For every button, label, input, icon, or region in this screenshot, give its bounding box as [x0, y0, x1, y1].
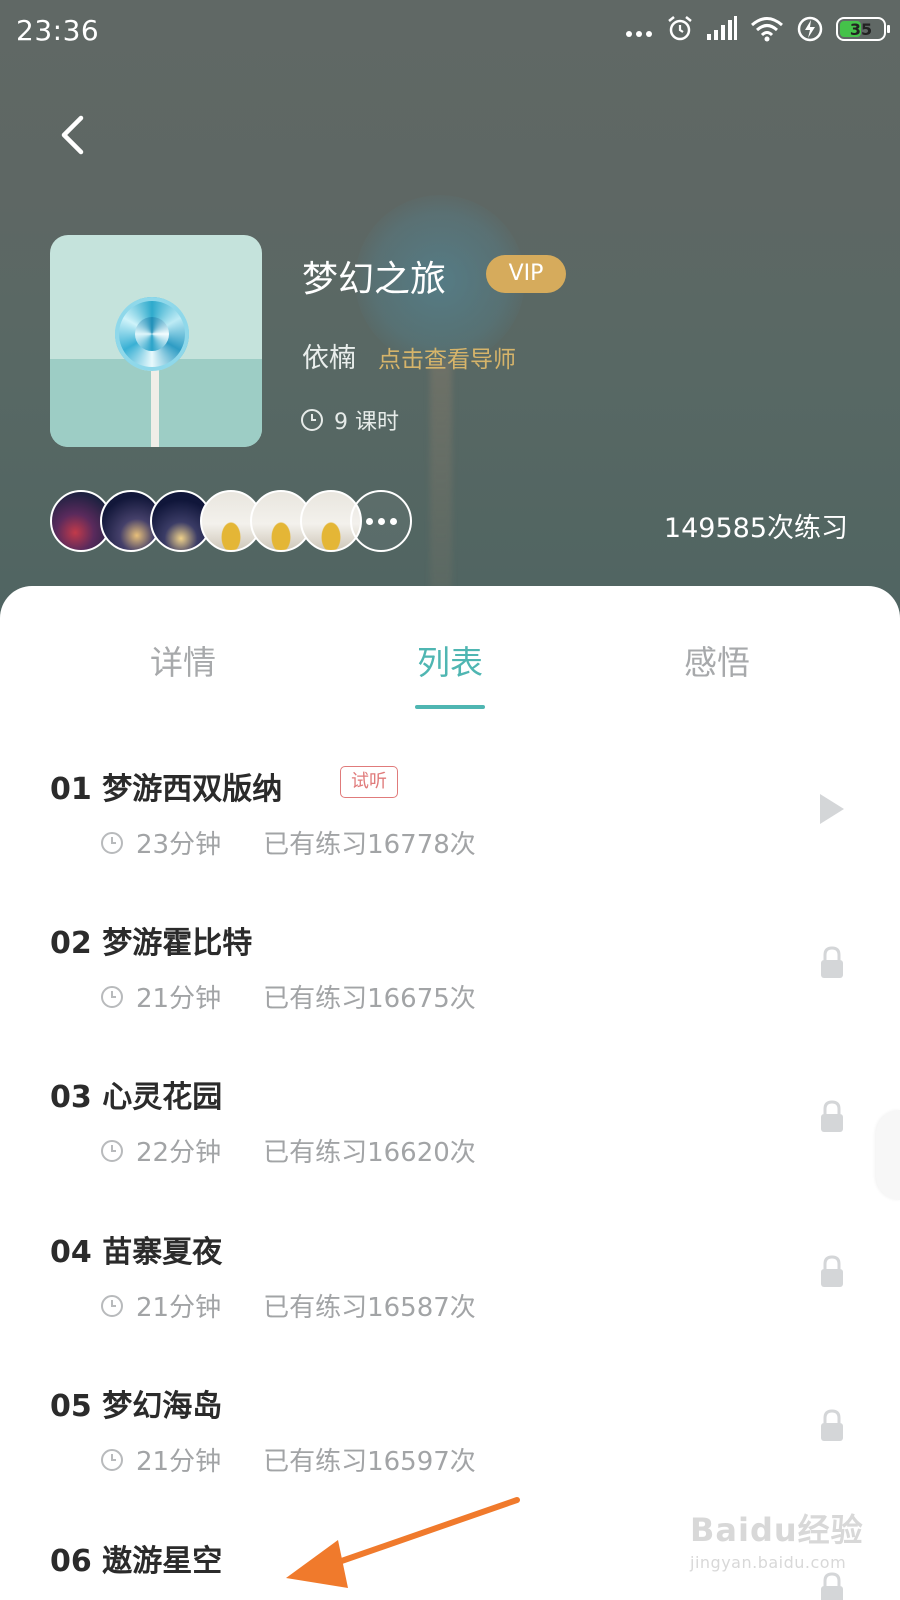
track-plays: 已有练习16778次 — [263, 830, 476, 860]
charging-icon — [797, 16, 823, 42]
track-title: 03 心灵花园 — [50, 1080, 223, 1115]
watermark-main: Baidu经验 — [690, 1511, 864, 1549]
active-tab-indicator — [415, 705, 485, 709]
track-plays: 已有练习16587次 — [263, 1293, 476, 1323]
track-duration: 23分钟 — [136, 830, 222, 860]
lock-icon — [821, 1100, 843, 1132]
play-icon[interactable] — [818, 792, 846, 826]
track-title: 05 梦幻海岛 — [50, 1389, 223, 1424]
more-dots-icon — [626, 31, 652, 37]
vip-badge: VIP — [486, 255, 566, 293]
clock-icon — [101, 831, 123, 854]
status-bar: 23:36 35 — [0, 0, 900, 62]
lock-icon — [821, 1572, 843, 1600]
track-meta: 21分钟 已有练习16675次 — [100, 978, 476, 1015]
lock-icon — [821, 1255, 843, 1287]
track-plays: 已有练习16597次 — [263, 1447, 476, 1477]
track-meta: 23分钟 已有练习16778次 — [100, 824, 476, 861]
track-row[interactable]: 03 心灵花园 22分钟 已有练习16620次 — [0, 1072, 900, 1222]
track-plays: 已有练习16675次 — [263, 984, 476, 1014]
side-scroll-handle[interactable] — [876, 1110, 900, 1200]
track-duration: 21分钟 — [136, 1447, 222, 1477]
clock-icon — [101, 1294, 123, 1317]
status-time: 23:36 — [16, 14, 100, 47]
baidu-watermark: Baidu经验 jingyan.baidu.com — [690, 1505, 864, 1572]
lesson-count-text: 9 课时 — [334, 410, 399, 435]
clock-icon — [301, 409, 323, 431]
practice-count: 149585次练习 — [663, 513, 848, 544]
chevron-left-icon — [61, 115, 84, 155]
watermark-sub: jingyan.baidu.com — [690, 1553, 847, 1572]
status-icons: 35 — [624, 14, 890, 44]
track-meta: 21分钟 已有练习16587次 — [100, 1287, 476, 1324]
battery-icon: 35 — [836, 17, 890, 41]
course-title: 梦幻之旅 — [302, 259, 447, 300]
track-title: 01 梦游西双版纳 — [50, 772, 283, 807]
view-teacher-link[interactable]: 点击查看导师 — [378, 340, 516, 374]
more-avatars-button[interactable] — [350, 490, 412, 552]
battery-level: 35 — [849, 19, 873, 39]
track-title: 06 遨游星空 — [50, 1544, 223, 1579]
course-header: 23:36 35 梦幻之旅 VIP 依楠 点击查看导师 9 课时 149585次… — [0, 0, 900, 640]
clock-icon — [101, 985, 123, 1008]
track-row[interactable]: 02 梦游霍比特 21分钟 已有练习16675次 — [0, 918, 900, 1068]
wifi-icon — [751, 17, 783, 42]
track-title: 04 苗寨夏夜 — [50, 1235, 223, 1270]
header-background-stick — [430, 360, 452, 590]
track-duration: 22分钟 — [136, 1138, 222, 1168]
alarm-icon — [668, 16, 692, 41]
signal-icon — [707, 16, 737, 40]
trial-badge: 试听 — [340, 766, 398, 798]
track-plays: 已有练习16620次 — [263, 1138, 476, 1168]
lock-icon — [821, 946, 843, 978]
clock-icon — [101, 1448, 123, 1471]
back-button[interactable] — [50, 110, 100, 160]
track-meta: 22分钟 已有练习16620次 — [100, 1132, 476, 1169]
track-row[interactable]: 04 苗寨夏夜 21分钟 已有练习16587次 — [0, 1227, 900, 1377]
tab-reflections[interactable]: 感悟 — [684, 636, 750, 684]
track-duration: 21分钟 — [136, 1293, 222, 1323]
lesson-count: 9 课时 — [300, 404, 399, 436]
track-title: 02 梦游霍比特 — [50, 926, 253, 961]
tab-details[interactable]: 详情 — [150, 636, 216, 684]
track-meta: 21分钟 已有练习16597次 — [100, 1441, 476, 1478]
clock-icon — [101, 1139, 123, 1162]
lock-icon — [821, 1409, 843, 1441]
course-cover-image — [50, 235, 262, 447]
tab-bar: 详情 列表 感悟 — [0, 586, 900, 716]
content-sheet: 详情 列表 感悟 01 梦游西双版纳 试听 23分钟 已有练习16778次 02… — [0, 586, 900, 1600]
track-duration: 21分钟 — [136, 984, 222, 1014]
teacher-name: 依楠 — [302, 343, 356, 374]
tab-list[interactable]: 列表 — [417, 636, 483, 684]
track-row[interactable]: 01 梦游西双版纳 试听 23分钟 已有练习16778次 — [0, 764, 900, 914]
